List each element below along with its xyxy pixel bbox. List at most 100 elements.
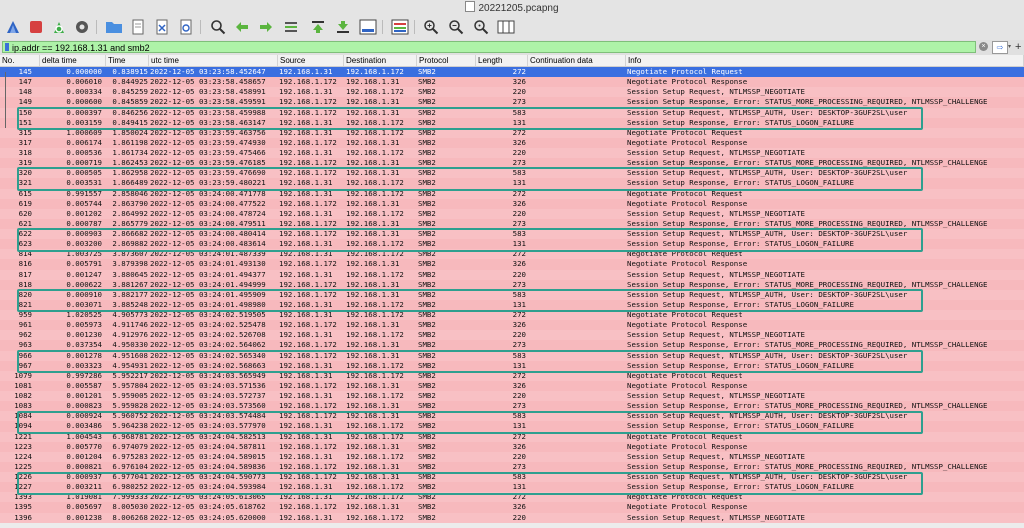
packet-row[interactable]: 315 1.000609 1.850024 2022-12-05 03:23:59.4… — [0, 127, 1024, 138]
go-to-packet-icon[interactable] — [281, 17, 301, 37]
restart-capture-icon[interactable] — [49, 17, 69, 37]
packet-row[interactable]: 1226 0.000937 6.977041 2022-12-05 03:24:04.… — [0, 472, 1024, 483]
packet-row[interactable]: 623 0.003200 2.869882 2022-12-05 03:24:00.4… — [0, 239, 1024, 250]
packet-row[interactable]: 320 0.000505 1.862958 2022-12-05 03:23:59.4… — [0, 168, 1024, 179]
packet-row[interactable]: 1082 0.001201 5.959005 2022-12-05 03:24:03.… — [0, 391, 1024, 402]
packet-row[interactable]: 959 1.020525 4.905773 2022-12-05 03:24:02.5… — [0, 310, 1024, 321]
packet-row[interactable]: 820 0.000910 3.882177 2022-12-05 03:24:01.4… — [0, 289, 1024, 300]
autoscroll-icon[interactable] — [358, 17, 378, 37]
packet-row[interactable]: 321 0.003531 1.866489 2022-12-05 03:23:59.4… — [0, 178, 1024, 189]
filter-dropdown-icon[interactable]: ▾ — [1008, 43, 1014, 50]
packet-row[interactable]: 1224 0.001204 6.975283 2022-12-05 03:24:04.… — [0, 451, 1024, 462]
clear-filter-icon[interactable]: × — [979, 42, 988, 51]
header-col-continuation[interactable]: Continuation data — [528, 55, 626, 66]
packet-row[interactable]: 151 0.003159 0.849415 2022-12-05 03:23:58.4… — [0, 117, 1024, 128]
header-col-no[interactable]: No. — [0, 55, 40, 66]
cell-protocol: SMB2 — [418, 137, 436, 147]
cell-info: Session Setup Response, Error: STATUS_MO… — [627, 158, 988, 168]
packet-row[interactable]: 966 0.001278 4.951608 2022-12-05 03:24:02.5… — [0, 350, 1024, 361]
cell-source: 192.168.1.31 — [279, 87, 333, 97]
packet-row[interactable]: 1393 1.019081 7.999333 2022-12-05 03:24:05.… — [0, 492, 1024, 503]
cell-utc-time: 2022-12-05 03:24:00.479511 — [150, 218, 266, 228]
resize-columns-icon[interactable] — [496, 17, 516, 37]
packet-row[interactable]: 1227 0.003211 6.980252 2022-12-05 03:24:04.… — [0, 482, 1024, 493]
packet-row[interactable]: 619 0.005744 2.863790 2022-12-05 03:24:00.4… — [0, 198, 1024, 209]
cell-destination: 192.168.1.172 — [346, 492, 404, 502]
open-folder-icon[interactable] — [104, 17, 124, 37]
packet-row[interactable]: 622 0.000903 2.866682 2022-12-05 03:24:00.4… — [0, 229, 1024, 240]
zoom-out-icon[interactable] — [446, 17, 466, 37]
find-icon[interactable] — [208, 17, 228, 37]
packet-row[interactable]: 1223 0.005770 6.974079 2022-12-05 03:24:04.… — [0, 441, 1024, 452]
header-col-source[interactable]: Source — [278, 55, 344, 66]
colorize-icon[interactable] — [390, 17, 410, 37]
cell-no: 1227 — [14, 482, 32, 492]
cell-protocol: SMB2 — [418, 208, 436, 218]
cell-source: 192.168.1.31 — [279, 67, 333, 76]
display-filter-input[interactable]: ip.addr == 192.168.1.31 and smb2 — [2, 41, 976, 53]
close-file-icon[interactable] — [152, 17, 172, 37]
header-col-destination[interactable]: Destination — [344, 55, 417, 66]
packet-row[interactable]: 317 0.006174 1.861198 2022-12-05 03:23:59.4… — [0, 137, 1024, 148]
packet-row[interactable]: 1094 0.003486 5.964238 2022-12-05 03:24:03.… — [0, 421, 1024, 432]
cell-info: Session Setup Request, NTLMSSP_AUTH, Use… — [627, 229, 908, 238]
zoom-in-icon[interactable] — [421, 17, 441, 37]
packet-row[interactable]: 961 0.005973 4.911746 2022-12-05 03:24:02.5… — [0, 320, 1024, 331]
packet-row[interactable]: 818 0.000622 3.881267 2022-12-05 03:24:01.4… — [0, 279, 1024, 290]
reload-icon[interactable] — [176, 17, 196, 37]
packet-row[interactable]: 1221 1.004543 6.968781 2022-12-05 03:24:04.… — [0, 431, 1024, 442]
cell-length: 583 — [512, 107, 526, 117]
last-packet-icon[interactable] — [333, 17, 353, 37]
packet-row[interactable]: 1081 0.005587 5.957804 2022-12-05 03:24:03.… — [0, 380, 1024, 391]
packet-row[interactable]: 1084 0.000924 5.960752 2022-12-05 03:24:03.… — [0, 411, 1024, 422]
go-forward-icon[interactable] — [256, 17, 276, 37]
bookmark-icon[interactable] — [5, 43, 9, 51]
filter-text[interactable]: ip.addr == 192.168.1.31 and smb2 — [12, 43, 150, 53]
cell-no: 1079 — [14, 370, 32, 380]
header-col-length[interactable]: Length — [476, 55, 528, 66]
packet-row[interactable]: 817 0.001247 3.880645 2022-12-05 03:24:01.4… — [0, 269, 1024, 280]
packet-row[interactable]: 967 0.003323 4.954931 2022-12-05 03:24:02.5… — [0, 360, 1024, 371]
packet-row[interactable]: 318 0.000536 1.861734 2022-12-05 03:23:59.4… — [0, 148, 1024, 159]
packet-row[interactable]: 962 0.001230 4.912976 2022-12-05 03:24:02.5… — [0, 330, 1024, 341]
cell-time: 1.866489 — [112, 178, 148, 188]
packet-row[interactable]: 147 0.006010 0.844925 2022-12-05 03:23:58.4… — [0, 77, 1024, 88]
cell-delta-time: 0.001204 — [66, 451, 102, 461]
cell-info: Negotiate Protocol Response — [627, 198, 748, 208]
packet-row[interactable]: 615 0.991557 2.858046 2022-12-05 03:24:00.4… — [0, 188, 1024, 199]
packet-row[interactable]: 620 0.001202 2.864992 2022-12-05 03:24:00.4… — [0, 208, 1024, 219]
apply-filter-button[interactable]: ⇨ — [992, 41, 1008, 54]
packet-row[interactable]: 1079 0.997286 5.952217 2022-12-05 03:24:03.… — [0, 370, 1024, 381]
packet-row[interactable]: 148 0.000334 0.845259 2022-12-05 03:23:58.4… — [0, 87, 1024, 98]
cell-protocol: SMB2 — [418, 198, 436, 208]
packet-row[interactable]: 319 0.000719 1.862453 2022-12-05 03:23:59.4… — [0, 158, 1024, 169]
cell-utc-time: 2022-12-05 03:23:59.476690 — [150, 168, 266, 178]
shark-fin-start-icon[interactable] — [3, 17, 23, 37]
add-filter-button[interactable]: + — [1015, 41, 1021, 53]
cell-delta-time: 0.000787 — [66, 218, 102, 228]
packet-row[interactable]: 1225 0.000821 6.976104 2022-12-05 03:24:04.… — [0, 461, 1024, 472]
file-icon[interactable] — [128, 17, 148, 37]
header-col-delta-time[interactable]: delta time — [40, 55, 106, 66]
first-packet-icon[interactable] — [308, 17, 328, 37]
packet-row[interactable]: 816 0.005791 3.879398 2022-12-05 03:24:01.4… — [0, 259, 1024, 270]
packet-row[interactable]: 150 0.000397 0.846256 2022-12-05 03:23:58.4… — [0, 107, 1024, 118]
header-col-utc-time[interactable]: utc time — [149, 55, 278, 66]
packet-row[interactable]: 963 0.037354 4.950330 2022-12-05 03:24:02.5… — [0, 340, 1024, 351]
cell-destination: 192.168.1.31 — [346, 461, 400, 471]
stop-capture-icon[interactable] — [26, 17, 46, 37]
go-back-icon[interactable] — [232, 17, 252, 37]
normal-size-icon[interactable] — [471, 17, 491, 37]
header-col-time[interactable]: Time — [106, 55, 149, 66]
capture-options-icon[interactable] — [72, 17, 92, 37]
packet-row[interactable]: 149 0.000600 0.845859 2022-12-05 03:23:58.4… — [0, 97, 1024, 108]
packet-row[interactable]: 1395 0.005697 8.005030 2022-12-05 03:24:05.… — [0, 502, 1024, 513]
packet-row[interactable]: 145 0.000000 0.838915 2022-12-05 03:23:58.4… — [0, 67, 1024, 78]
header-col-info[interactable]: Info — [626, 55, 1024, 66]
packet-row[interactable]: 821 0.003071 3.885248 2022-12-05 03:24:01.4… — [0, 299, 1024, 310]
packet-row[interactable]: 814 1.003725 3.873607 2022-12-05 03:24:01.4… — [0, 249, 1024, 260]
packet-row[interactable]: 1083 0.000823 5.959828 2022-12-05 03:24:03.… — [0, 401, 1024, 412]
header-col-protocol[interactable]: Protocol — [417, 55, 476, 66]
packet-row[interactable]: 621 0.000787 2.865779 2022-12-05 03:24:00.4… — [0, 218, 1024, 229]
packet-row[interactable]: 1396 0.001238 8.006268 2022-12-05 03:24:05.… — [0, 512, 1024, 523]
